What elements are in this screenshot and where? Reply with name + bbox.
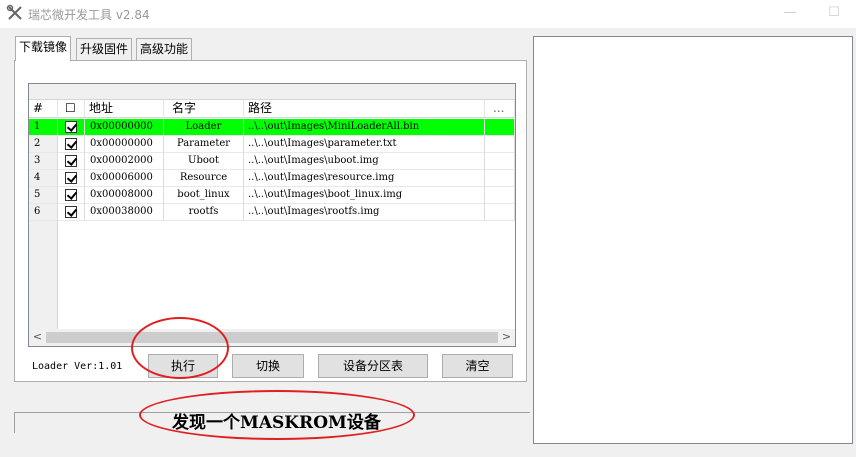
checkbox-checked-icon[interactable]	[65, 121, 77, 133]
clear-button[interactable]: 清空	[442, 354, 513, 378]
row-checkbox[interactable]	[58, 170, 85, 187]
table-row[interactable]: 4 0x00006000 Resource ..\..\out\Images\reso…	[29, 170, 515, 187]
partition-table-button[interactable]: 设备分区表	[318, 354, 428, 378]
checkbox-checked-icon[interactable]	[65, 155, 77, 167]
row-address: 0x00038000	[85, 204, 164, 221]
tab-advanced[interactable]: 高级功能	[136, 38, 193, 60]
run-button[interactable]: 执行	[148, 354, 218, 378]
tab-download-image[interactable]: 下载镜像	[15, 36, 72, 61]
row-name: Uboot	[164, 153, 244, 170]
row-name: Loader	[164, 119, 244, 136]
row-more	[485, 119, 515, 136]
row-index: 5	[29, 187, 58, 204]
row-name: boot_linux	[164, 187, 244, 204]
log-panel[interactable]	[533, 36, 853, 444]
loader-version-label: Loader Ver:1.01	[32, 361, 123, 372]
table-row[interactable]: 1 0x00000000 Loader ..\..\out\Images\MiniLo…	[29, 119, 515, 136]
row-path: ..\..\out\Images\rootfs.img	[244, 204, 485, 221]
row-checkbox[interactable]	[58, 204, 85, 221]
row-path: ..\..\out\Images\parameter.txt	[244, 136, 485, 153]
table-row[interactable]: 6 0x00038000 rootfs ..\..\out\Images\rootfs…	[29, 204, 515, 221]
checkbox-checked-icon[interactable]	[65, 206, 77, 218]
image-list[interactable]: # ☐ 地址 名字 路径 ... 1 0x00000000 Loader ..\..\…	[28, 83, 516, 347]
column-header-index[interactable]: #	[29, 100, 58, 118]
row-more	[485, 170, 515, 187]
column-header-address[interactable]: 地址	[85, 100, 164, 118]
row-address: 0x00008000	[85, 187, 164, 204]
row-checkbox[interactable]	[58, 136, 85, 153]
list-header: # ☐ 地址 名字 路径 ...	[29, 100, 515, 118]
row-address: 0x00000000	[85, 119, 164, 136]
table-row[interactable]: 5 0x00008000 boot_linux ..\..\out\Images\bo…	[29, 187, 515, 204]
row-name: Parameter	[164, 136, 244, 153]
column-header-check[interactable]: ☐	[58, 100, 85, 118]
scrollbar-thumb[interactable]	[46, 332, 498, 343]
column-header-more[interactable]: ...	[485, 100, 515, 118]
row-checkbox[interactable]	[58, 153, 85, 170]
tools-icon	[6, 4, 22, 20]
horizontal-scrollbar[interactable]: < >	[29, 329, 515, 346]
row-path: ..\..\out\Images\MiniLoaderAll.bin	[244, 119, 485, 136]
minimize-button[interactable]: —	[778, 4, 802, 22]
row-path: ..\..\out\Images\boot_linux.img	[244, 187, 485, 204]
table-row[interactable]: 3 0x00002000 Uboot ..\..\out\Images\uboot.i…	[29, 153, 515, 170]
list-top-strip	[29, 84, 515, 100]
checkbox-checked-icon[interactable]	[65, 138, 77, 150]
column-header-name[interactable]: 名字	[164, 100, 244, 118]
row-more	[485, 136, 515, 153]
tab-upgrade-firmware[interactable]: 升级固件	[76, 38, 133, 60]
row-address: 0x00006000	[85, 170, 164, 187]
row-index: 4	[29, 170, 58, 187]
row-path: ..\..\out\Images\resource.img	[244, 170, 485, 187]
row-more	[485, 187, 515, 204]
status-text: 发现一个MASKROM设备	[172, 413, 381, 433]
row-index: 6	[29, 204, 58, 221]
row-checkbox[interactable]	[58, 187, 85, 204]
window-title: 瑞芯微开发工具 v2.84	[28, 8, 150, 22]
maximize-button[interactable]: ☐	[822, 4, 846, 22]
row-index: 1	[29, 119, 58, 136]
row-checkbox[interactable]	[58, 119, 85, 136]
row-name: Resource	[164, 170, 244, 187]
checkbox-checked-icon[interactable]	[65, 189, 77, 201]
client-area: 升级固件 高级功能 下载镜像 # ☐ 地址 名字 路径 ... 1 0x00000…	[0, 28, 856, 457]
row-more	[485, 204, 515, 221]
scroll-right-arrow-icon[interactable]: >	[498, 329, 515, 346]
switch-button[interactable]: 切换	[232, 354, 304, 378]
table-row[interactable]: 2 0x00000000 Parameter ..\..\out\Images\par…	[29, 136, 515, 153]
checkbox-checked-icon[interactable]	[65, 172, 77, 184]
row-name: rootfs	[164, 204, 244, 221]
row-path: ..\..\out\Images\uboot.img	[244, 153, 485, 170]
row-address: 0x00002000	[85, 153, 164, 170]
row-index: 3	[29, 153, 58, 170]
download-image-panel: # ☐ 地址 名字 路径 ... 1 0x00000000 Loader ..\..\…	[14, 60, 527, 382]
row-address: 0x00000000	[85, 136, 164, 153]
title-bar: 瑞芯微开发工具 v2.84 — ☐	[0, 0, 856, 28]
column-header-path[interactable]: 路径	[244, 100, 485, 118]
row-more	[485, 153, 515, 170]
scroll-left-arrow-icon[interactable]: <	[29, 329, 46, 346]
row-index: 2	[29, 136, 58, 153]
